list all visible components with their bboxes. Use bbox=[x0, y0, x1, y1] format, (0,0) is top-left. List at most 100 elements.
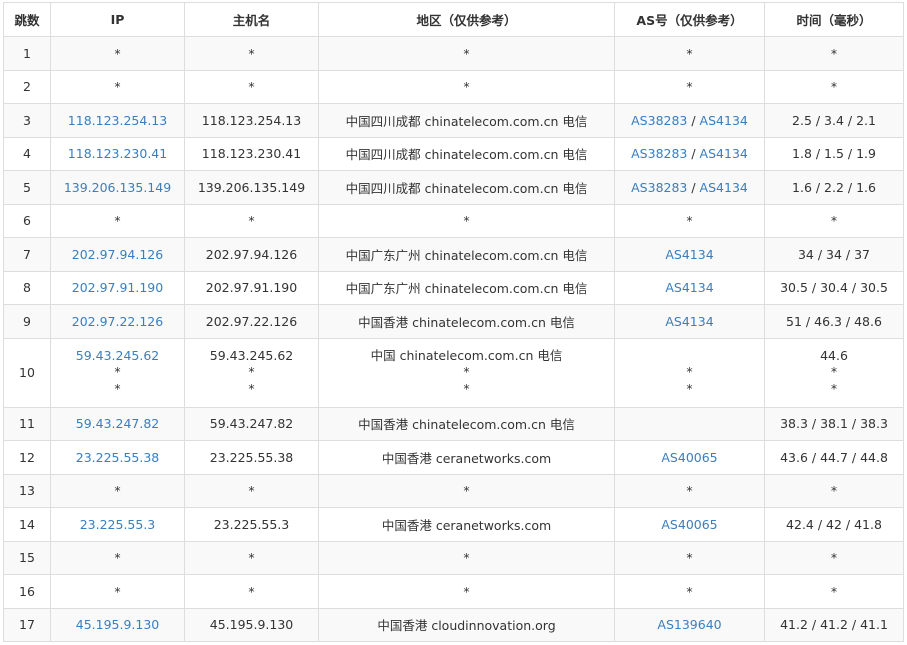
as-number-link[interactable]: AS4134 bbox=[700, 180, 748, 195]
region-text: 中国香港 chinatelecom.com.cn 电信 bbox=[358, 417, 575, 433]
hop-cell: 16 bbox=[3, 574, 51, 609]
region-text: 中国四川成都 chinatelecom.com.cn 电信 bbox=[345, 180, 588, 196]
hostname-cell: 59.43.245.62 * * bbox=[184, 337, 319, 408]
ip-cell: 118.123.230.41 bbox=[50, 136, 185, 171]
traceroute-table-container: 跳数 IP 主机名 地区（仅供参考） AS号（仅供参考） 时间（毫秒） 1 * * *… bbox=[3, 2, 904, 642]
ip-link[interactable]: 45.195.9.130 bbox=[76, 617, 160, 632]
as-number-link[interactable]: AS38283 bbox=[631, 146, 687, 161]
as-line: * bbox=[686, 46, 692, 61]
as-number-link[interactable]: AS4134 bbox=[665, 280, 713, 295]
ip-text: * bbox=[114, 213, 121, 229]
time-text: 1.6 / 2.2 / 1.6 bbox=[792, 179, 876, 195]
ip-link[interactable]: 202.97.91.190 bbox=[72, 280, 163, 295]
as-number-cell: * * bbox=[614, 337, 765, 408]
as-line: AS4134 bbox=[665, 314, 713, 329]
as-number-cell: * bbox=[614, 574, 765, 609]
ip-cell: 202.97.94.126 bbox=[50, 237, 185, 272]
ip-cell: * bbox=[50, 540, 185, 575]
ip-link[interactable]: 59.43.247.82 bbox=[76, 416, 160, 431]
as-line: * bbox=[686, 213, 692, 228]
hostname-cell: 23.225.55.3 bbox=[184, 507, 319, 542]
header-row: 跳数 IP 主机名 地区（仅供参考） AS号（仅供参考） 时间（毫秒） bbox=[3, 2, 904, 37]
ip-link[interactable]: 118.123.254.13 bbox=[68, 113, 167, 128]
hop-cell: 8 bbox=[3, 270, 51, 305]
region-text: 中国香港 ceranetworks.com bbox=[381, 450, 552, 466]
table-row: 17 45.195.9.130 45.195.9.130 中国香港 cloudinno… bbox=[3, 607, 904, 642]
region-cell: * bbox=[318, 69, 615, 104]
ip-text: * bbox=[114, 380, 121, 396]
ip-link[interactable]: 118.123.230.41 bbox=[68, 146, 167, 161]
hop-cell: 14 bbox=[3, 507, 51, 542]
region-cell: 中国四川成都 chinatelecom.com.cn 电信 bbox=[318, 136, 615, 171]
hostname-text: 202.97.22.126 bbox=[205, 313, 298, 329]
table-row: 10 59.43.245.62 * * 59.43.245.62 * * 中国 chinate… bbox=[3, 337, 904, 408]
ip-cell: * bbox=[50, 473, 185, 508]
as-line: AS40065 bbox=[661, 517, 717, 532]
hostname-cell: 118.123.254.13 bbox=[184, 103, 319, 138]
hostname-cell: 139.206.135.149 bbox=[184, 170, 319, 205]
time-cell: 43.6 / 44.7 / 44.8 bbox=[764, 440, 904, 475]
hostname-text: 23.225.55.38 bbox=[209, 449, 294, 465]
as-number-link[interactable]: AS38283 bbox=[631, 180, 687, 195]
ip-link[interactable]: 202.97.22.126 bbox=[72, 314, 163, 329]
time-text: * bbox=[830, 364, 838, 380]
ip-link[interactable]: 23.225.55.38 bbox=[76, 450, 160, 465]
hostname-text: * bbox=[248, 79, 255, 95]
hop-cell: 4 bbox=[3, 136, 51, 171]
time-text: * bbox=[830, 550, 838, 566]
hostname-text: * bbox=[248, 364, 255, 380]
as-number-link[interactable]: AS40065 bbox=[661, 517, 717, 532]
as-number-link[interactable]: AS139640 bbox=[657, 617, 721, 632]
ip-link[interactable]: 23.225.55.3 bbox=[80, 517, 156, 532]
as-line: AS38283 / AS4134 bbox=[631, 146, 748, 161]
as-number-cell: * bbox=[614, 203, 765, 238]
as-number-link[interactable]: AS40065 bbox=[661, 450, 717, 465]
ip-cell: 23.225.55.38 bbox=[50, 440, 185, 475]
time-text: 42.4 / 42 / 41.8 bbox=[786, 516, 882, 532]
time-cell: 34 / 34 / 37 bbox=[764, 237, 904, 272]
region-text: 中国广东广州 chinatelecom.com.cn 电信 bbox=[345, 247, 588, 263]
table-row: 16 * * * * * bbox=[3, 574, 904, 609]
as-line: * bbox=[686, 550, 692, 565]
region-cell: 中国四川成都 chinatelecom.com.cn 电信 bbox=[318, 103, 615, 138]
ip-cell: 139.206.135.149 bbox=[50, 170, 185, 205]
region-text: * bbox=[463, 550, 470, 566]
region-text: * bbox=[463, 364, 470, 380]
as-number-text: * bbox=[686, 45, 693, 61]
table-row: 14 23.225.55.3 23.225.55.3 中国香港 ceranetwork… bbox=[3, 507, 904, 542]
region-text: 中国香港 chinatelecom.com.cn 电信 bbox=[358, 314, 575, 330]
hostname-text: 202.97.91.190 bbox=[205, 280, 298, 296]
region-cell: * bbox=[318, 203, 615, 238]
ip-link[interactable]: 139.206.135.149 bbox=[64, 180, 171, 195]
header-time: 时间（毫秒） bbox=[764, 2, 904, 37]
as-number-cell: AS40065 bbox=[614, 507, 765, 542]
ip-link[interactable]: 202.97.94.126 bbox=[72, 247, 163, 262]
as-separator: / bbox=[687, 179, 700, 195]
time-text: 41.2 / 41.2 / 41.1 bbox=[780, 617, 888, 633]
ip-cell: 59.43.245.62 * * bbox=[50, 337, 185, 408]
as-line: AS40065 bbox=[661, 450, 717, 465]
hop-cell: 9 bbox=[3, 304, 51, 339]
hop-cell: 7 bbox=[3, 237, 51, 272]
region-cell: 中国四川成都 chinatelecom.com.cn 电信 bbox=[318, 170, 615, 205]
as-number-text: * bbox=[686, 483, 693, 499]
region-cell: * bbox=[318, 540, 615, 575]
as-number-link[interactable]: AS4134 bbox=[700, 113, 748, 128]
time-text: * bbox=[830, 45, 838, 61]
ip-link[interactable]: 59.43.245.62 bbox=[55, 348, 180, 365]
as-number-link[interactable]: AS4134 bbox=[665, 314, 713, 329]
as-number-link[interactable]: AS38283 bbox=[631, 113, 687, 128]
region-cell: * bbox=[318, 473, 615, 508]
region-text: * bbox=[463, 45, 470, 61]
as-number-link[interactable]: AS4134 bbox=[700, 146, 748, 161]
as-number-text: * bbox=[686, 364, 693, 380]
time-text: * bbox=[830, 79, 838, 95]
region-text: 中国广东广州 chinatelecom.com.cn 电信 bbox=[345, 281, 588, 297]
hop-cell: 6 bbox=[3, 203, 51, 238]
hostname-cell: 202.97.94.126 bbox=[184, 237, 319, 272]
hostname-cell: 202.97.22.126 bbox=[184, 304, 319, 339]
as-line: AS38283 / AS4134 bbox=[631, 180, 748, 195]
table-row: 15 * * * * * bbox=[3, 540, 904, 575]
time-cell: * bbox=[764, 69, 904, 104]
as-number-link[interactable]: AS4134 bbox=[665, 247, 713, 262]
